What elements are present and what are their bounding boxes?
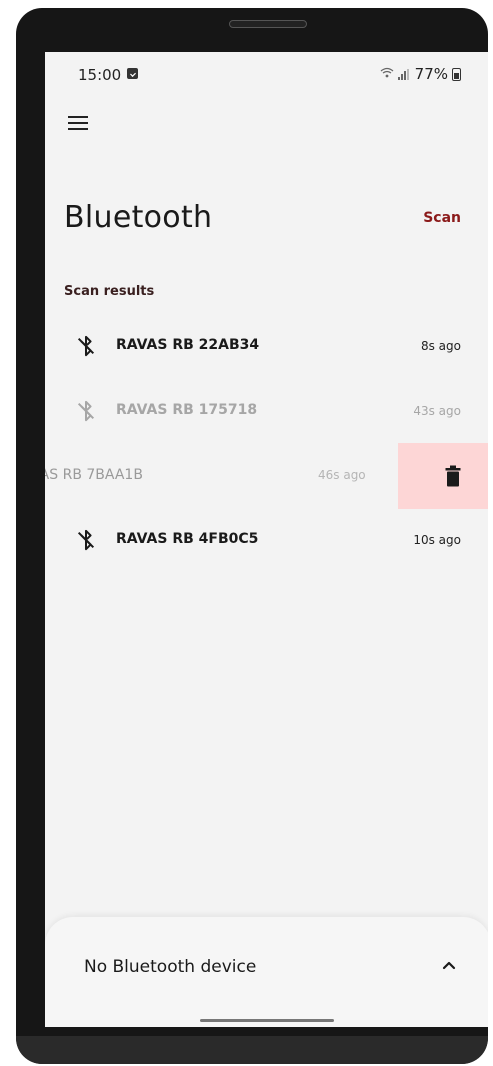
device-row[interactable]: RAVAS RB 22AB34 8s ago xyxy=(45,323,488,369)
connected-device-label: No Bluetooth device xyxy=(84,957,257,977)
status-indicators: 77% xyxy=(380,65,461,83)
device-row[interactable]: RAVAS RB 4FB0C5 10s ago xyxy=(45,517,488,563)
device-last-seen: 46s ago xyxy=(318,468,366,482)
device-name: RAVAS RB 175718 xyxy=(116,402,258,418)
phone-frame: 15:00 77% Bluetooth Scan Scan results RA… xyxy=(16,8,488,1064)
status-bar: 15:00 77% xyxy=(45,52,488,92)
device-last-seen: 43s ago xyxy=(413,404,461,418)
device-row-swiped[interactable]: VAS RB 7BAA1B 46s ago xyxy=(45,443,488,509)
bluetooth-disabled-icon xyxy=(77,335,95,357)
menu-icon[interactable] xyxy=(68,116,88,130)
chevron-up-icon[interactable] xyxy=(441,957,457,973)
navigation-handle[interactable] xyxy=(200,1019,334,1022)
delete-button[interactable] xyxy=(398,443,488,509)
signal-icon xyxy=(397,68,409,80)
battery-icon xyxy=(452,67,461,81)
notification-icon xyxy=(127,68,138,79)
scan-results-label: Scan results xyxy=(64,284,155,299)
device-name: VAS RB 7BAA1B xyxy=(45,467,143,483)
speaker-grille xyxy=(229,20,307,28)
status-time: 15:00 xyxy=(78,66,122,84)
scan-button[interactable]: Scan xyxy=(423,210,461,226)
device-last-seen: 8s ago xyxy=(420,339,461,353)
bottom-sheet[interactable]: No Bluetooth device xyxy=(45,917,488,1027)
app-screen: 15:00 77% Bluetooth Scan Scan results RA… xyxy=(45,52,488,1027)
page-title: Bluetooth xyxy=(64,200,213,235)
phone-bottom-bezel xyxy=(16,1036,488,1064)
trash-icon xyxy=(445,465,461,487)
bluetooth-disabled-icon xyxy=(77,529,95,551)
battery-percent: 77% xyxy=(414,65,448,83)
wifi-icon xyxy=(380,67,394,81)
device-last-seen: 10s ago xyxy=(413,533,461,547)
device-row[interactable]: RAVAS RB 175718 43s ago xyxy=(45,388,488,434)
bluetooth-disabled-icon xyxy=(77,400,95,422)
device-name: RAVAS RB 22AB34 xyxy=(116,337,260,353)
device-name: RAVAS RB 4FB0C5 xyxy=(116,531,259,547)
